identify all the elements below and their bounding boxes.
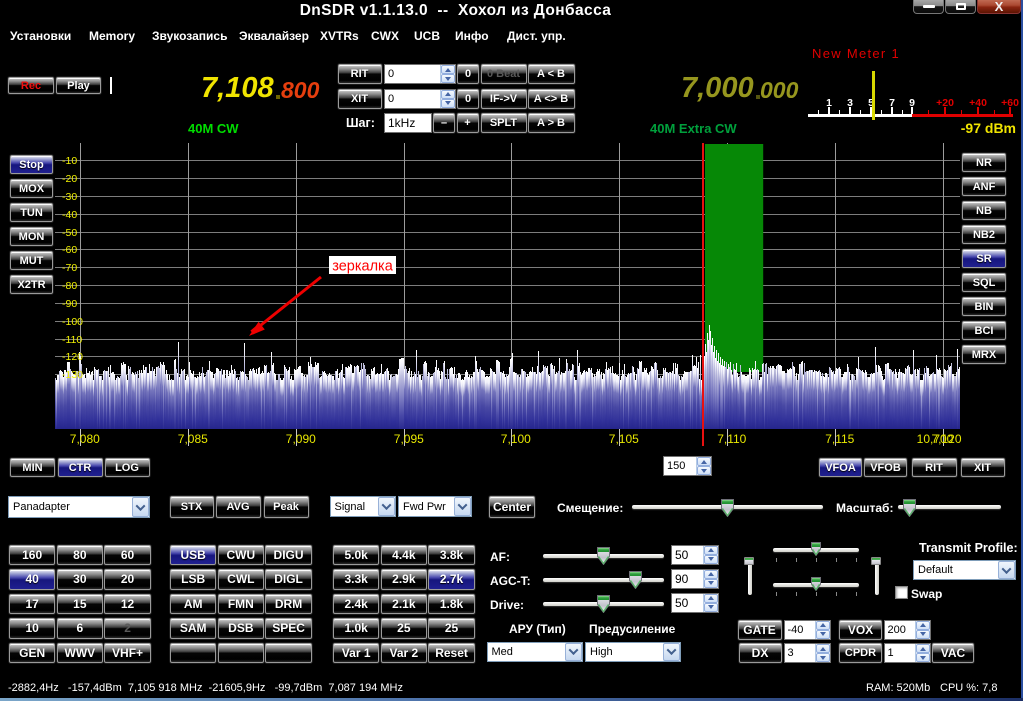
svg-text:-10: -10 xyxy=(62,155,77,167)
svg-text:New Meter 1: New Meter 1 xyxy=(812,46,900,61)
svg-text:7,115: 7,115 xyxy=(825,432,854,446)
svg-text:7,090: 7,090 xyxy=(286,432,316,446)
svg-text:-30: -30 xyxy=(62,191,77,203)
svg-text:-130: -130 xyxy=(62,369,83,381)
svg-text:7,080: 7,080 xyxy=(70,432,100,446)
svg-text:-120: -120 xyxy=(62,351,83,363)
svg-text:зеркалка: зеркалка xyxy=(332,259,393,275)
svg-text:-70: -70 xyxy=(62,262,77,274)
svg-text:7,085: 7,085 xyxy=(178,432,208,446)
svg-text:+60: +60 xyxy=(1001,97,1019,109)
svg-text:7,100: 7,100 xyxy=(501,432,531,446)
svg-text:-20: -20 xyxy=(62,173,77,185)
svg-text:-97 dBm: -97 dBm xyxy=(961,120,1016,136)
svg-text:-100: -100 xyxy=(62,316,83,328)
svg-text:1: 1 xyxy=(826,97,832,109)
svg-text:3: 3 xyxy=(847,97,853,109)
svg-text:-90: -90 xyxy=(62,298,77,310)
svg-text:-40: -40 xyxy=(62,209,77,221)
svg-text:7: 7 xyxy=(889,97,895,109)
svg-text:+20: +20 xyxy=(936,97,954,109)
svg-text:7,110: 7,110 xyxy=(717,432,746,446)
svg-text:9: 9 xyxy=(909,97,915,109)
svg-text:7,095: 7,095 xyxy=(394,432,424,446)
svg-text:7,105: 7,105 xyxy=(609,432,639,446)
svg-text:-50: -50 xyxy=(62,227,77,239)
svg-text:-60: -60 xyxy=(62,244,77,256)
svg-text:-110: -110 xyxy=(62,334,82,346)
svg-text:+40: +40 xyxy=(969,97,987,109)
svg-text:-80: -80 xyxy=(62,280,77,292)
svg-text:10,700: 10,700 xyxy=(917,432,954,446)
